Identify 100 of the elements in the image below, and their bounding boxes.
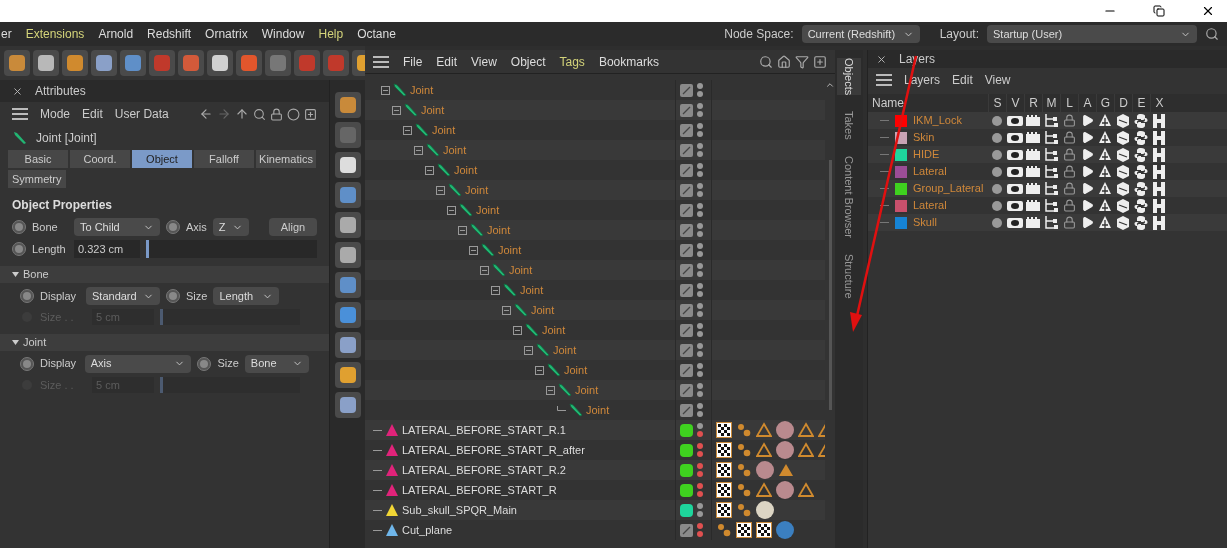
play-icon[interactable] [1080, 148, 1094, 161]
restore-icon[interactable] [1153, 5, 1165, 17]
group-header[interactable]: Bone [23, 266, 49, 283]
hierarchy-icon[interactable] [1044, 182, 1058, 195]
triangle-tag-icon[interactable] [798, 442, 814, 458]
triangle-tag-icon[interactable] [778, 462, 794, 478]
node-space-dropdown[interactable]: Current (Redshift) [801, 25, 920, 43]
layer-name[interactable]: Skin [913, 129, 935, 146]
object-name[interactable]: LATERAL_BEFORE_START_R [402, 481, 557, 499]
python-icon[interactable] [1134, 215, 1148, 230]
keyframe-button[interactable] [12, 220, 26, 234]
collapse-icon[interactable] [469, 245, 478, 255]
menu-item[interactable]: Window [261, 25, 305, 43]
tool-icon[interactable] [334, 332, 361, 358]
keyframe-button[interactable] [166, 289, 180, 303]
no-layer-icon[interactable] [680, 83, 693, 97]
hierarchy-icon[interactable] [1044, 165, 1058, 178]
collapse-icon[interactable] [535, 365, 544, 375]
clapper-icon[interactable] [1026, 149, 1040, 160]
up-icon[interactable] [235, 107, 249, 121]
tool-icon[interactable] [334, 272, 361, 298]
clapper-icon[interactable] [1026, 217, 1040, 228]
play-icon[interactable] [1080, 182, 1094, 195]
collapse-icon[interactable] [414, 145, 423, 155]
play-icon[interactable] [1080, 216, 1094, 229]
search-icon[interactable] [1205, 27, 1219, 41]
material-tag-icon[interactable] [776, 441, 794, 459]
dots-tag-icon[interactable] [736, 462, 752, 478]
texture-tag-icon[interactable] [756, 522, 772, 538]
attribute-tab[interactable]: Coord. [70, 150, 130, 168]
search-icon[interactable] [253, 107, 266, 121]
lock-icon[interactable] [1062, 131, 1076, 144]
lock-icon[interactable] [1062, 165, 1076, 178]
tool-icon[interactable] [334, 152, 361, 178]
texture-tag-icon[interactable] [716, 462, 732, 478]
python-icon[interactable] [1134, 147, 1148, 162]
object-name[interactable]: Joint [575, 381, 599, 399]
eye-icon[interactable] [1007, 149, 1023, 160]
eye-icon[interactable] [1007, 132, 1023, 143]
material-tag-icon[interactable] [776, 481, 794, 499]
play-icon[interactable] [1080, 165, 1094, 178]
layer-color-swatch[interactable] [895, 148, 907, 161]
layer-color-swatch[interactable] [895, 182, 907, 195]
generator-icon[interactable] [1098, 147, 1112, 162]
menu-item[interactable]: View [471, 52, 497, 71]
hierarchy-icon[interactable] [1044, 199, 1058, 212]
clapper-icon[interactable] [1026, 115, 1040, 126]
object-name[interactable]: Joint [553, 341, 577, 359]
generator-icon[interactable] [1098, 113, 1112, 128]
tool-icon[interactable] [207, 50, 233, 76]
menu-item[interactable]: Tags [559, 52, 585, 71]
scroll-up-icon[interactable] [825, 80, 835, 90]
keyframe-button[interactable] [197, 356, 212, 371]
texture-tag-icon[interactable] [716, 442, 732, 458]
lock-icon[interactable] [270, 107, 283, 121]
object-name[interactable]: Joint [542, 321, 566, 339]
object-name[interactable]: Joint [476, 201, 500, 219]
no-layer-icon[interactable] [680, 323, 693, 337]
no-layer-icon[interactable] [680, 383, 693, 397]
material-tag-icon[interactable] [756, 461, 774, 479]
side-tab[interactable]: Structure [836, 254, 862, 299]
layer-swatch[interactable] [680, 463, 693, 477]
menu-item[interactable]: Edit [436, 52, 458, 71]
side-tab[interactable]: Takes [836, 111, 862, 141]
side-tab[interactable]: Objects [836, 58, 862, 96]
clapper-icon[interactable] [1026, 166, 1040, 177]
layer-color-swatch[interactable] [895, 165, 907, 178]
dots-tag-icon[interactable] [736, 482, 752, 498]
menu-item[interactable]: Mode [40, 105, 71, 123]
play-icon[interactable] [1080, 199, 1094, 212]
python-icon[interactable] [1134, 130, 1148, 145]
group-header[interactable]: Joint [23, 333, 47, 351]
object-name[interactable]: Joint [432, 121, 456, 139]
keyframe-button[interactable] [20, 289, 34, 303]
menu-item[interactable]: Object [510, 52, 546, 71]
filter-icon[interactable] [795, 54, 809, 69]
keyframe-button[interactable] [166, 220, 180, 234]
no-layer-icon[interactable] [680, 263, 693, 277]
triangle-tag-icon[interactable] [798, 422, 814, 438]
size-slider[interactable] [160, 309, 300, 326]
menu-item[interactable]: er [1, 25, 12, 43]
layer-name[interactable]: Group_Lateral [913, 180, 984, 197]
menu-item[interactable]: Ornatrix [205, 25, 248, 43]
lock-icon[interactable] [1062, 148, 1076, 161]
attribute-tab[interactable]: Falloff [194, 150, 254, 168]
tool-icon[interactable] [334, 212, 361, 238]
menu-item[interactable]: Arnold [98, 25, 134, 43]
layer-color-swatch[interactable] [895, 199, 907, 212]
length-field[interactable]: 0.323 cm [74, 240, 140, 258]
layer-color-swatch[interactable] [895, 216, 907, 229]
length-slider[interactable] [146, 240, 317, 258]
menu-item[interactable]: Bookmarks [598, 52, 659, 71]
collapse-icon[interactable] [392, 105, 401, 115]
expand-arrow-icon[interactable] [12, 271, 19, 278]
layer-swatch[interactable] [680, 503, 693, 517]
collapse-icon[interactable] [425, 165, 434, 175]
python-icon[interactable] [1134, 181, 1148, 196]
menu-item[interactable]: Help [318, 25, 344, 43]
generator-icon[interactable] [1098, 164, 1112, 179]
display-dropdown[interactable]: Standard [86, 287, 160, 305]
